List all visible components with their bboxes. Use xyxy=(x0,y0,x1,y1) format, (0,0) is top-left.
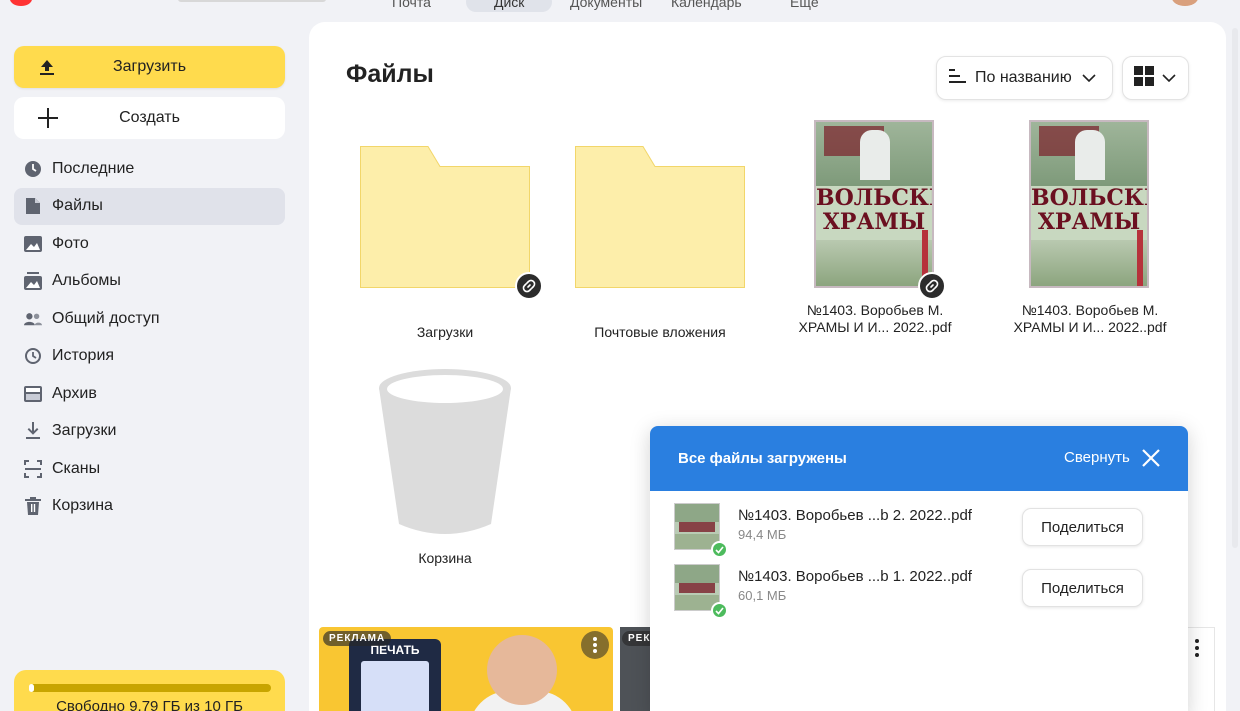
file-icon xyxy=(24,197,42,215)
upload-item: №1403. Воробьев ...b 1. 2022..pdf 60,1 М… xyxy=(650,564,1188,622)
sidebar-item-label: История xyxy=(52,347,115,365)
storage-text: Свободно 9,79 ГБ из 10 ГБ xyxy=(56,698,243,711)
clock-icon xyxy=(24,160,42,178)
image-icon xyxy=(24,235,42,253)
check-icon xyxy=(711,602,728,619)
sidebar-item-label: Сканы xyxy=(52,459,101,477)
sidebar-item-albums[interactable]: Альбомы xyxy=(14,263,285,301)
scrollbar[interactable] xyxy=(1232,28,1238,548)
upload-button-label: Загрузить xyxy=(112,58,187,75)
file-name: №1403. Воробьев М. ХРАМЫ И И... 2022..pd… xyxy=(1013,302,1167,335)
upload-file-name: №1403. Воробьев ...b 2. 2022..pdf xyxy=(738,507,972,524)
sidebar-item-files[interactable]: Файлы xyxy=(14,187,285,225)
sidebar-item-shared[interactable]: Общий доступ xyxy=(14,300,285,338)
popup-title: Все файлы загружены xyxy=(678,450,847,467)
sidebar-item-recent[interactable]: Последние xyxy=(14,150,285,188)
link-icon[interactable] xyxy=(515,272,543,300)
file-tile[interactable]: ВОЛЬСКИЕХРАМЫ №1403. Воробьев М. ХРАМЫ И… xyxy=(785,118,965,338)
top-navigation: Почта Диск Документы Календарь Ещё xyxy=(0,0,1240,22)
check-icon xyxy=(711,541,728,558)
popup-header: Все файлы загружены Свернуть xyxy=(650,426,1188,491)
pdf-thumbnail: ВОЛЬСКИЕХРАМЫ xyxy=(1029,120,1149,288)
upload-icon xyxy=(38,58,56,81)
nav-documents[interactable]: Документы xyxy=(570,0,642,12)
trash-bin-icon xyxy=(379,369,511,534)
sidebar-item-label: Последние xyxy=(52,159,135,177)
nav-mail[interactable]: Почта xyxy=(392,0,431,12)
upload-item: №1403. Воробьев ...b 2. 2022..pdf 94,4 М… xyxy=(650,503,1188,561)
folder-icon xyxy=(575,146,745,288)
link-icon[interactable] xyxy=(918,272,946,300)
more-vertical-icon[interactable] xyxy=(1189,636,1205,660)
pdf-thumbnail: ВОЛЬСКИЕХРАМЫ xyxy=(814,120,934,288)
upload-file-size: 94,4 МБ xyxy=(738,527,787,542)
storage-widget[interactable]: Свободно 9,79 ГБ из 10 ГБ xyxy=(14,670,285,711)
sidebar-item-label: Корзина xyxy=(52,497,113,515)
sidebar-item-photo[interactable]: Фото xyxy=(14,225,285,263)
nav-disk[interactable]: Диск xyxy=(466,0,553,12)
sidebar-item-scans[interactable]: Сканы xyxy=(14,450,285,488)
nav-more[interactable]: Ещё xyxy=(790,0,819,12)
sidebar: Загрузить Создать Последние Файлы Фото А… xyxy=(0,22,300,711)
create-button-label: Создать xyxy=(119,109,180,126)
sidebar-item-label: Общий доступ xyxy=(52,309,160,327)
upload-file-size: 60,1 МБ xyxy=(738,588,787,603)
file-tile[interactable]: Загрузки xyxy=(355,144,543,344)
sort-dropdown[interactable]: По названию xyxy=(936,56,1113,100)
collapse-button[interactable]: Свернуть xyxy=(1064,449,1130,466)
history-icon xyxy=(24,347,42,365)
chevron-down-icon xyxy=(1162,69,1176,87)
avatar[interactable] xyxy=(1172,0,1198,6)
ad-person-image xyxy=(487,635,557,705)
file-name: Загрузки xyxy=(416,324,474,340)
grid-view-icon xyxy=(1134,65,1154,91)
trash-icon xyxy=(24,497,42,516)
sidebar-item-label: Файлы xyxy=(52,197,103,215)
people-icon xyxy=(24,310,42,328)
albums-icon xyxy=(24,272,42,291)
plus-icon xyxy=(38,108,58,133)
ad-tag: РЕКЛАМА xyxy=(323,631,392,646)
more-vertical-icon[interactable] xyxy=(581,631,609,659)
sidebar-nav: Последние Файлы Фото Альбомы Общий досту… xyxy=(14,150,285,525)
share-button[interactable]: Поделиться xyxy=(1022,569,1143,607)
file-name: Корзина xyxy=(418,550,472,566)
sidebar-item-downloads[interactable]: Загрузки xyxy=(14,413,285,451)
sidebar-item-trash[interactable]: Корзина xyxy=(14,488,285,526)
nav-calendar[interactable]: Календарь xyxy=(671,0,742,12)
upload-file-name: №1403. Воробьев ...b 1. 2022..pdf xyxy=(738,568,972,585)
sidebar-item-label: Фото xyxy=(52,234,89,252)
share-button[interactable]: Поделиться xyxy=(1022,508,1143,546)
chevron-down-icon xyxy=(1082,69,1096,87)
ad-banner[interactable]: ПЕЧАТЬ РЕКЛАМА xyxy=(319,627,613,711)
sort-icon xyxy=(949,68,967,88)
view-mode-dropdown[interactable] xyxy=(1122,56,1189,100)
folder-icon xyxy=(360,146,530,288)
download-icon xyxy=(24,422,42,440)
sidebar-item-label: Архив xyxy=(52,384,97,402)
sidebar-item-history[interactable]: История xyxy=(14,338,285,376)
file-name: Почтовые вложения xyxy=(594,324,726,340)
close-icon[interactable] xyxy=(1140,447,1162,469)
file-name: №1403. Воробьев М. ХРАМЫ И И... 2022..pd… xyxy=(798,302,952,335)
page-title: Файлы xyxy=(346,60,434,88)
logo[interactable] xyxy=(10,0,32,6)
create-button[interactable]: Создать xyxy=(14,97,285,139)
upload-button[interactable]: Загрузить xyxy=(14,46,285,88)
sidebar-item-archive[interactable]: Архив xyxy=(14,375,285,413)
archive-icon xyxy=(24,385,42,403)
file-tile[interactable]: Почтовые вложения xyxy=(570,144,750,344)
search-input[interactable] xyxy=(178,0,326,2)
sidebar-item-label: Альбомы xyxy=(52,272,121,290)
file-tile[interactable]: ВОЛЬСКИЕХРАМЫ №1403. Воробьев М. ХРАМЫ И… xyxy=(1000,118,1180,338)
file-tile[interactable]: Корзина xyxy=(355,368,535,568)
ad-kiosk-image: ПЕЧАТЬ xyxy=(349,639,441,711)
scan-icon xyxy=(24,459,42,478)
sidebar-item-label: Загрузки xyxy=(52,422,117,440)
storage-bar-fill xyxy=(29,684,35,692)
sort-label: По названию xyxy=(975,69,1072,86)
upload-status-popup: Все файлы загружены Свернуть №1403. Воро… xyxy=(650,426,1188,711)
storage-bar xyxy=(29,684,271,692)
